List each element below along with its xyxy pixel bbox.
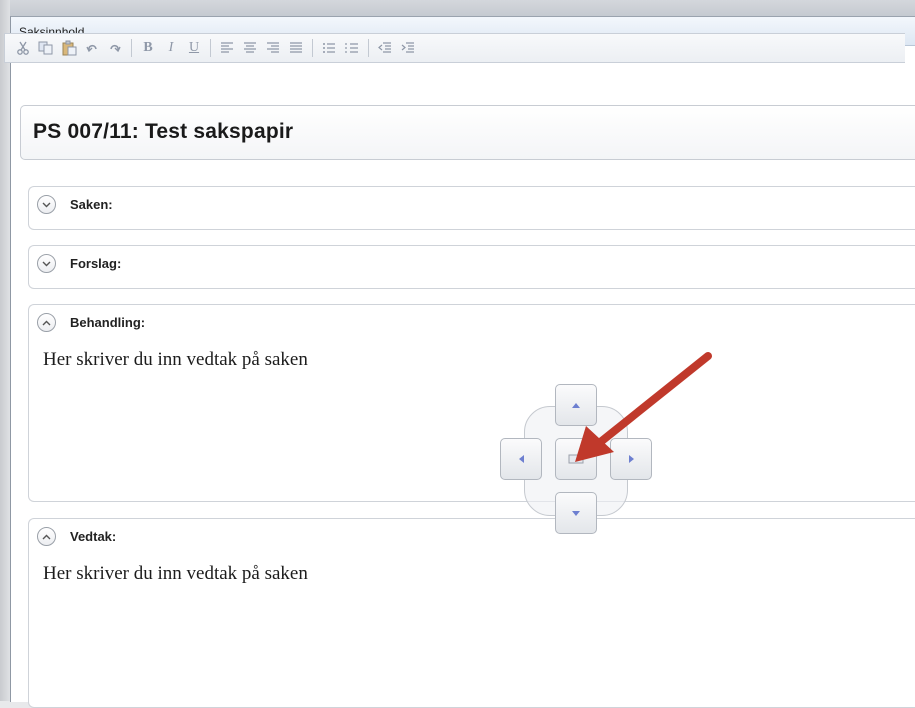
arrow-right-icon <box>628 455 634 463</box>
toolbar-separator <box>368 39 369 57</box>
section-forslag: Forslag: <box>28 245 915 289</box>
move-up-button[interactable] <box>555 384 597 426</box>
undo-icon[interactable] <box>82 38 102 58</box>
formatting-toolbar: B I U <box>4 33 905 63</box>
section-header-vedtak[interactable]: Vedtak: <box>37 527 116 546</box>
italic-icon[interactable]: I <box>161 38 181 58</box>
bold-icon[interactable]: B <box>138 38 158 58</box>
align-center-icon[interactable] <box>240 38 260 58</box>
chevron-down-icon[interactable] <box>37 254 56 273</box>
arrow-left-icon <box>518 455 524 463</box>
section-vedtak: Vedtak: Her skriver du inn vedtak på sak… <box>28 518 915 708</box>
arrow-up-icon <box>572 402 580 408</box>
dock-navigation-widget <box>496 384 656 539</box>
section-header-behandling[interactable]: Behandling: <box>37 313 145 332</box>
move-down-button[interactable] <box>555 492 597 534</box>
section-label: Behandling: <box>70 315 146 330</box>
chevron-up-icon[interactable] <box>37 527 56 546</box>
chevron-down-icon[interactable] <box>37 195 56 214</box>
section-header-forslag[interactable]: Forslag: <box>37 254 121 273</box>
redo-icon[interactable] <box>105 38 125 58</box>
copy-icon[interactable] <box>36 38 56 58</box>
section-label: Vedtak: <box>70 529 117 544</box>
align-left-icon[interactable] <box>217 38 237 58</box>
move-left-button[interactable] <box>500 438 542 480</box>
section-behandling: Behandling: Her skriver du inn vedtak på… <box>28 304 915 502</box>
center-dock-button[interactable] <box>555 438 597 480</box>
page-title: PS 007/11: Test sakspapir <box>33 120 294 143</box>
section-header-saken[interactable]: Saken: <box>37 195 113 214</box>
toolbar-separator <box>210 39 211 57</box>
vedtak-text-editor[interactable]: Her skriver du inn vedtak på saken <box>43 563 308 585</box>
section-saken: Saken: <box>28 186 915 230</box>
underline-icon[interactable]: U <box>184 38 204 58</box>
justify-icon[interactable] <box>286 38 306 58</box>
toolbar-separator <box>312 39 313 57</box>
section-label: Saken: <box>70 197 113 212</box>
section-label: Forslag: <box>70 256 122 271</box>
arrow-down-icon <box>572 510 580 516</box>
document-header: PS 007/11: Test sakspapir <box>20 105 915 160</box>
bullet-list-icon[interactable] <box>319 38 339 58</box>
numbered-list-icon[interactable] <box>342 38 362 58</box>
cut-icon[interactable] <box>13 38 33 58</box>
move-right-button[interactable] <box>610 438 652 480</box>
behandling-text-editor[interactable]: Her skriver du inn vedtak på saken <box>43 349 308 371</box>
align-right-icon[interactable] <box>263 38 283 58</box>
outdent-icon[interactable] <box>375 38 395 58</box>
toolbar-separator <box>131 39 132 57</box>
chevron-up-icon[interactable] <box>37 313 56 332</box>
indent-icon[interactable] <box>398 38 418 58</box>
window-frame-edge <box>0 0 10 701</box>
paste-icon[interactable] <box>59 38 79 58</box>
